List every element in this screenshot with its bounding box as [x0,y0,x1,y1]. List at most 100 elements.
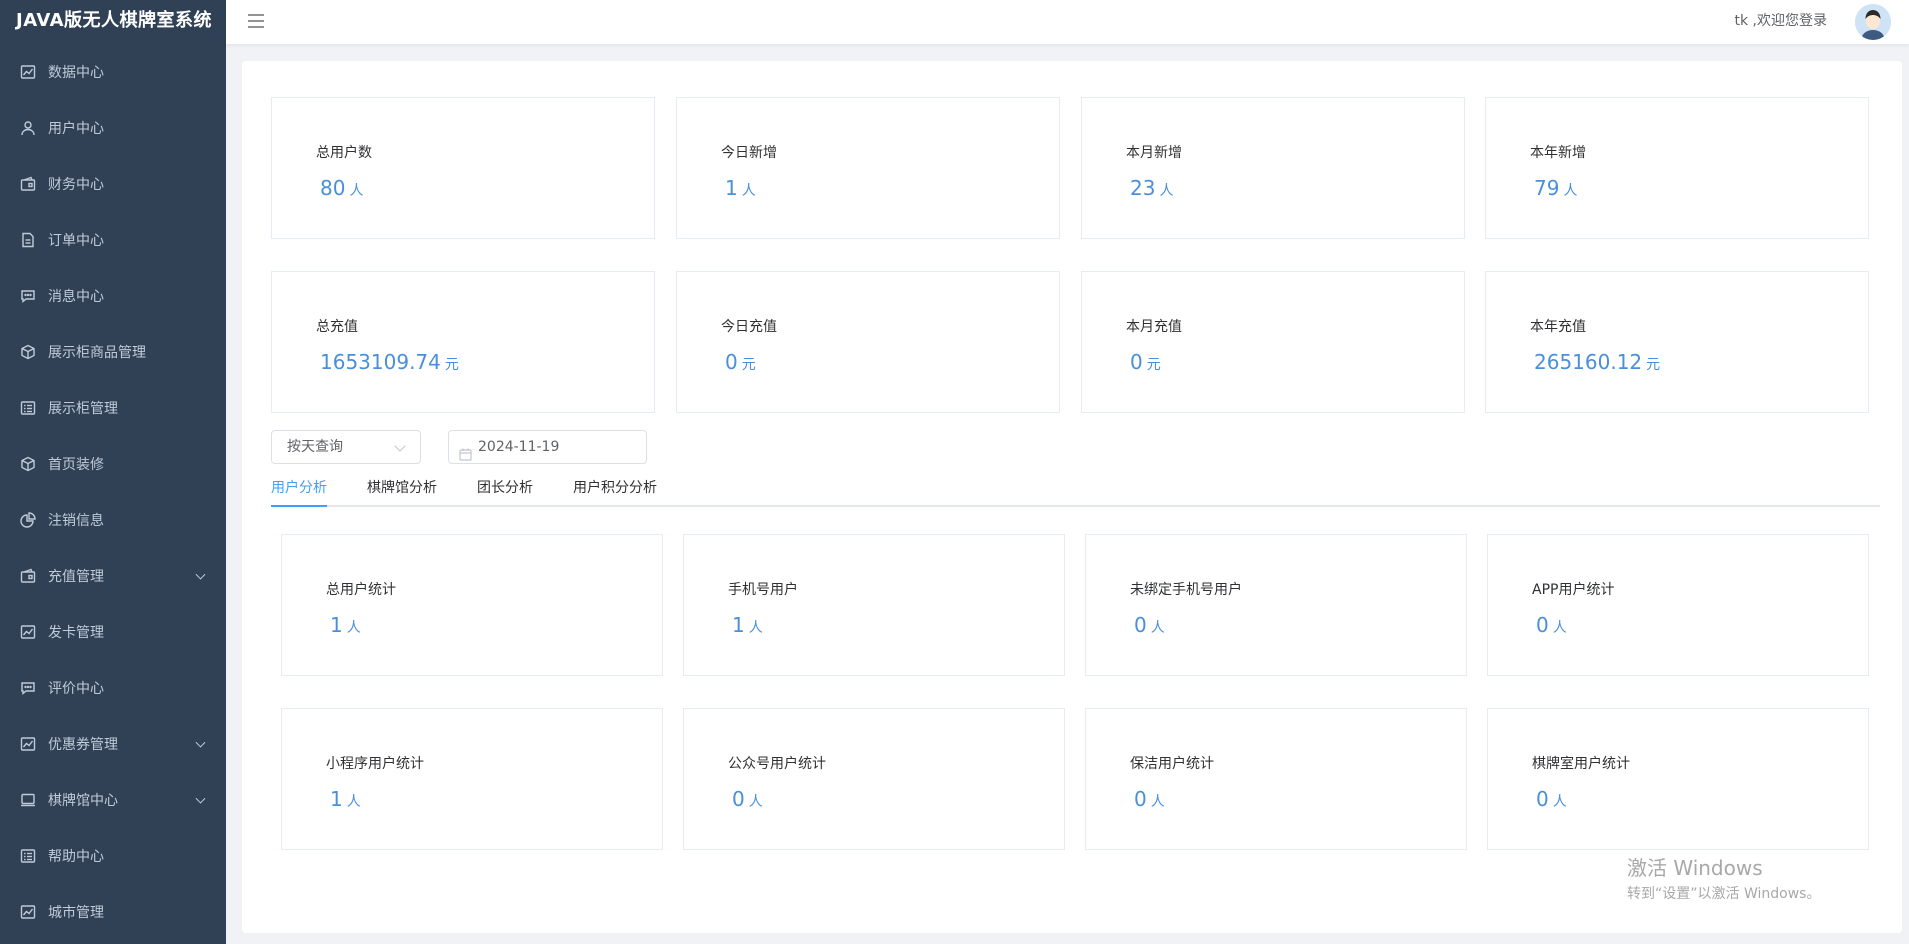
sidebar-item-message-center[interactable]: 消息中心 [0,268,226,324]
stat-label: APP用户统计 [1532,582,1615,598]
stat-label: 手机号用户 [728,582,798,598]
stat-card: 小程序用户统计 1人 [281,708,663,850]
tab-user-analysis[interactable]: 用户分析 [271,475,327,501]
sidebar-item-showcase-manage[interactable]: 展示柜管理 [0,380,226,436]
sidebar-item-city-manage[interactable]: 城市管理 [0,884,226,940]
sidebar-item-card-issue[interactable]: 发卡管理 [0,604,226,660]
stat-value: 1653109.74 元 [320,350,459,374]
stat-card: 本年新增 79 人 [1485,97,1869,239]
sidebar-item-help-center[interactable]: 帮助中心 [0,828,226,884]
monitor-icon [20,792,36,808]
box-icon [20,456,36,472]
stat-value: 1人 [732,613,763,637]
sidebar-item-label: 展示柜商品管理 [48,345,146,361]
stat-label: 总用户统计 [326,582,396,598]
tab-hall-analysis[interactable]: 棋牌馆分析 [367,475,437,501]
stat-value: 0人 [1536,787,1567,811]
sidebar-item-data-center[interactable]: 数据中心 [0,44,226,100]
analysis-tabs: 用户分析 棋牌馆分析 团长分析 用户积分分析 [271,475,1880,507]
stat-label: 本月充值 [1126,319,1182,335]
chart-line-icon [20,64,36,80]
calendar-icon [459,441,472,461]
top-header: tk ,欢迎您登录 [226,0,1909,44]
tab-leader-analysis[interactable]: 团长分析 [477,475,533,501]
stat-card: 总用户数 80 人 [271,97,655,239]
sidebar-item-label: 财务中心 [48,177,104,193]
stat-value: 0人 [1536,613,1567,637]
stat-value: 265160.12 元 [1534,350,1661,374]
tab-active-indicator [271,505,327,507]
chart-line-icon [20,736,36,752]
chevron-down-icon [195,569,206,580]
stat-value: 0人 [1134,613,1165,637]
stat-label: 本年充值 [1530,319,1586,335]
stat-label: 总充值 [316,319,358,335]
date-picker[interactable]: 2024-11-19 [448,430,647,464]
pie-chart-icon [20,512,36,528]
sidebar-item-label: 发卡管理 [48,625,104,641]
sidebar-item-label: 优惠券管理 [48,737,118,753]
stat-card: 本月充值 0元 [1081,271,1465,413]
stat-label: 保洁用户统计 [1130,756,1214,772]
stat-card: 本年充值 265160.12 元 [1485,271,1869,413]
chart-line-icon [20,624,36,640]
stat-card: 今日充值 0元 [676,271,1060,413]
sidebar-item-order-center[interactable]: 订单中心 [0,212,226,268]
chevron-down-icon [394,440,406,452]
stat-value: 1人 [330,613,361,637]
sidebar-item-label: 数据中心 [48,65,104,81]
sidebar-item-label: 订单中心 [48,233,104,249]
wallet-icon [20,568,36,584]
stat-label: 今日充值 [721,319,777,335]
sidebar-menu: 数据中心 用户中心 财务中心 订单中心 消息中心 展示柜商品管理 展示柜管理 首… [0,44,226,940]
stat-label: 未绑定手机号用户 [1130,582,1242,598]
stat-card: 今日新增 1人 [676,97,1060,239]
sidebar-item-label: 用户中心 [48,121,104,137]
message-icon [20,288,36,304]
watermark-subtitle: 转到“设置”以激活 Windows。 [1627,886,1821,902]
stat-label: 小程序用户统计 [326,756,424,772]
sidebar-item-label: 帮助中心 [48,849,104,865]
sidebar-item-review-center[interactable]: 评价中心 [0,660,226,716]
user-greeting: tk ,欢迎您登录 [1734,13,1828,29]
stat-value: 0元 [725,350,756,374]
stat-card: 公众号用户统计 0人 [683,708,1065,850]
stat-card: 手机号用户 1人 [683,534,1065,676]
stat-card: 保洁用户统计 0人 [1085,708,1467,850]
sidebar-item-hall-center[interactable]: 棋牌馆中心 [0,772,226,828]
sidebar-item-label: 评价中心 [48,681,104,697]
stat-value: 23 人 [1130,176,1174,200]
stat-card: 棋牌室用户统计 0人 [1487,708,1869,850]
sidebar-item-label: 棋牌馆中心 [48,793,118,809]
avatar[interactable] [1855,4,1891,40]
stat-card: 总充值 1653109.74 元 [271,271,655,413]
sidebar-item-label: 首页装修 [48,457,104,473]
sidebar-item-user-center[interactable]: 用户中心 [0,100,226,156]
sidebar-item-cancel-info[interactable]: 注销信息 [0,492,226,548]
sidebar-item-label: 展示柜管理 [48,401,118,417]
user-icon [20,120,36,136]
sidebar-item-label: 充值管理 [48,569,104,585]
list-icon [20,848,36,864]
stat-value: 1人 [330,787,361,811]
sidebar-item-finance-center[interactable]: 财务中心 [0,156,226,212]
windows-activation-watermark: 激活 Windows 转到“设置”以激活 Windows。 [1627,852,1820,903]
sidebar-item-recharge-manage[interactable]: 充值管理 [0,548,226,604]
query-mode-value: 按天查询 [287,439,343,455]
list-icon [20,400,36,416]
query-mode-select[interactable]: 按天查询 [271,430,421,464]
hamburger-icon[interactable] [248,14,264,28]
stat-card: APP用户统计 0人 [1487,534,1869,676]
stat-label: 总用户数 [316,145,372,161]
stat-label: 本年新增 [1530,145,1586,161]
app-title: JAVA版无人棋牌室系统 [16,10,213,31]
date-value: 2024-11-19 [478,439,560,455]
chevron-down-icon [195,737,206,748]
sidebar-item-coupon-manage[interactable]: 优惠券管理 [0,716,226,772]
sidebar-item-showcase-goods[interactable]: 展示柜商品管理 [0,324,226,380]
stat-card: 未绑定手机号用户 0人 [1085,534,1467,676]
tab-points-analysis[interactable]: 用户积分分析 [573,475,657,501]
stat-label: 今日新增 [721,145,777,161]
sidebar-item-label: 消息中心 [48,289,104,305]
sidebar-item-home-decoration[interactable]: 首页装修 [0,436,226,492]
